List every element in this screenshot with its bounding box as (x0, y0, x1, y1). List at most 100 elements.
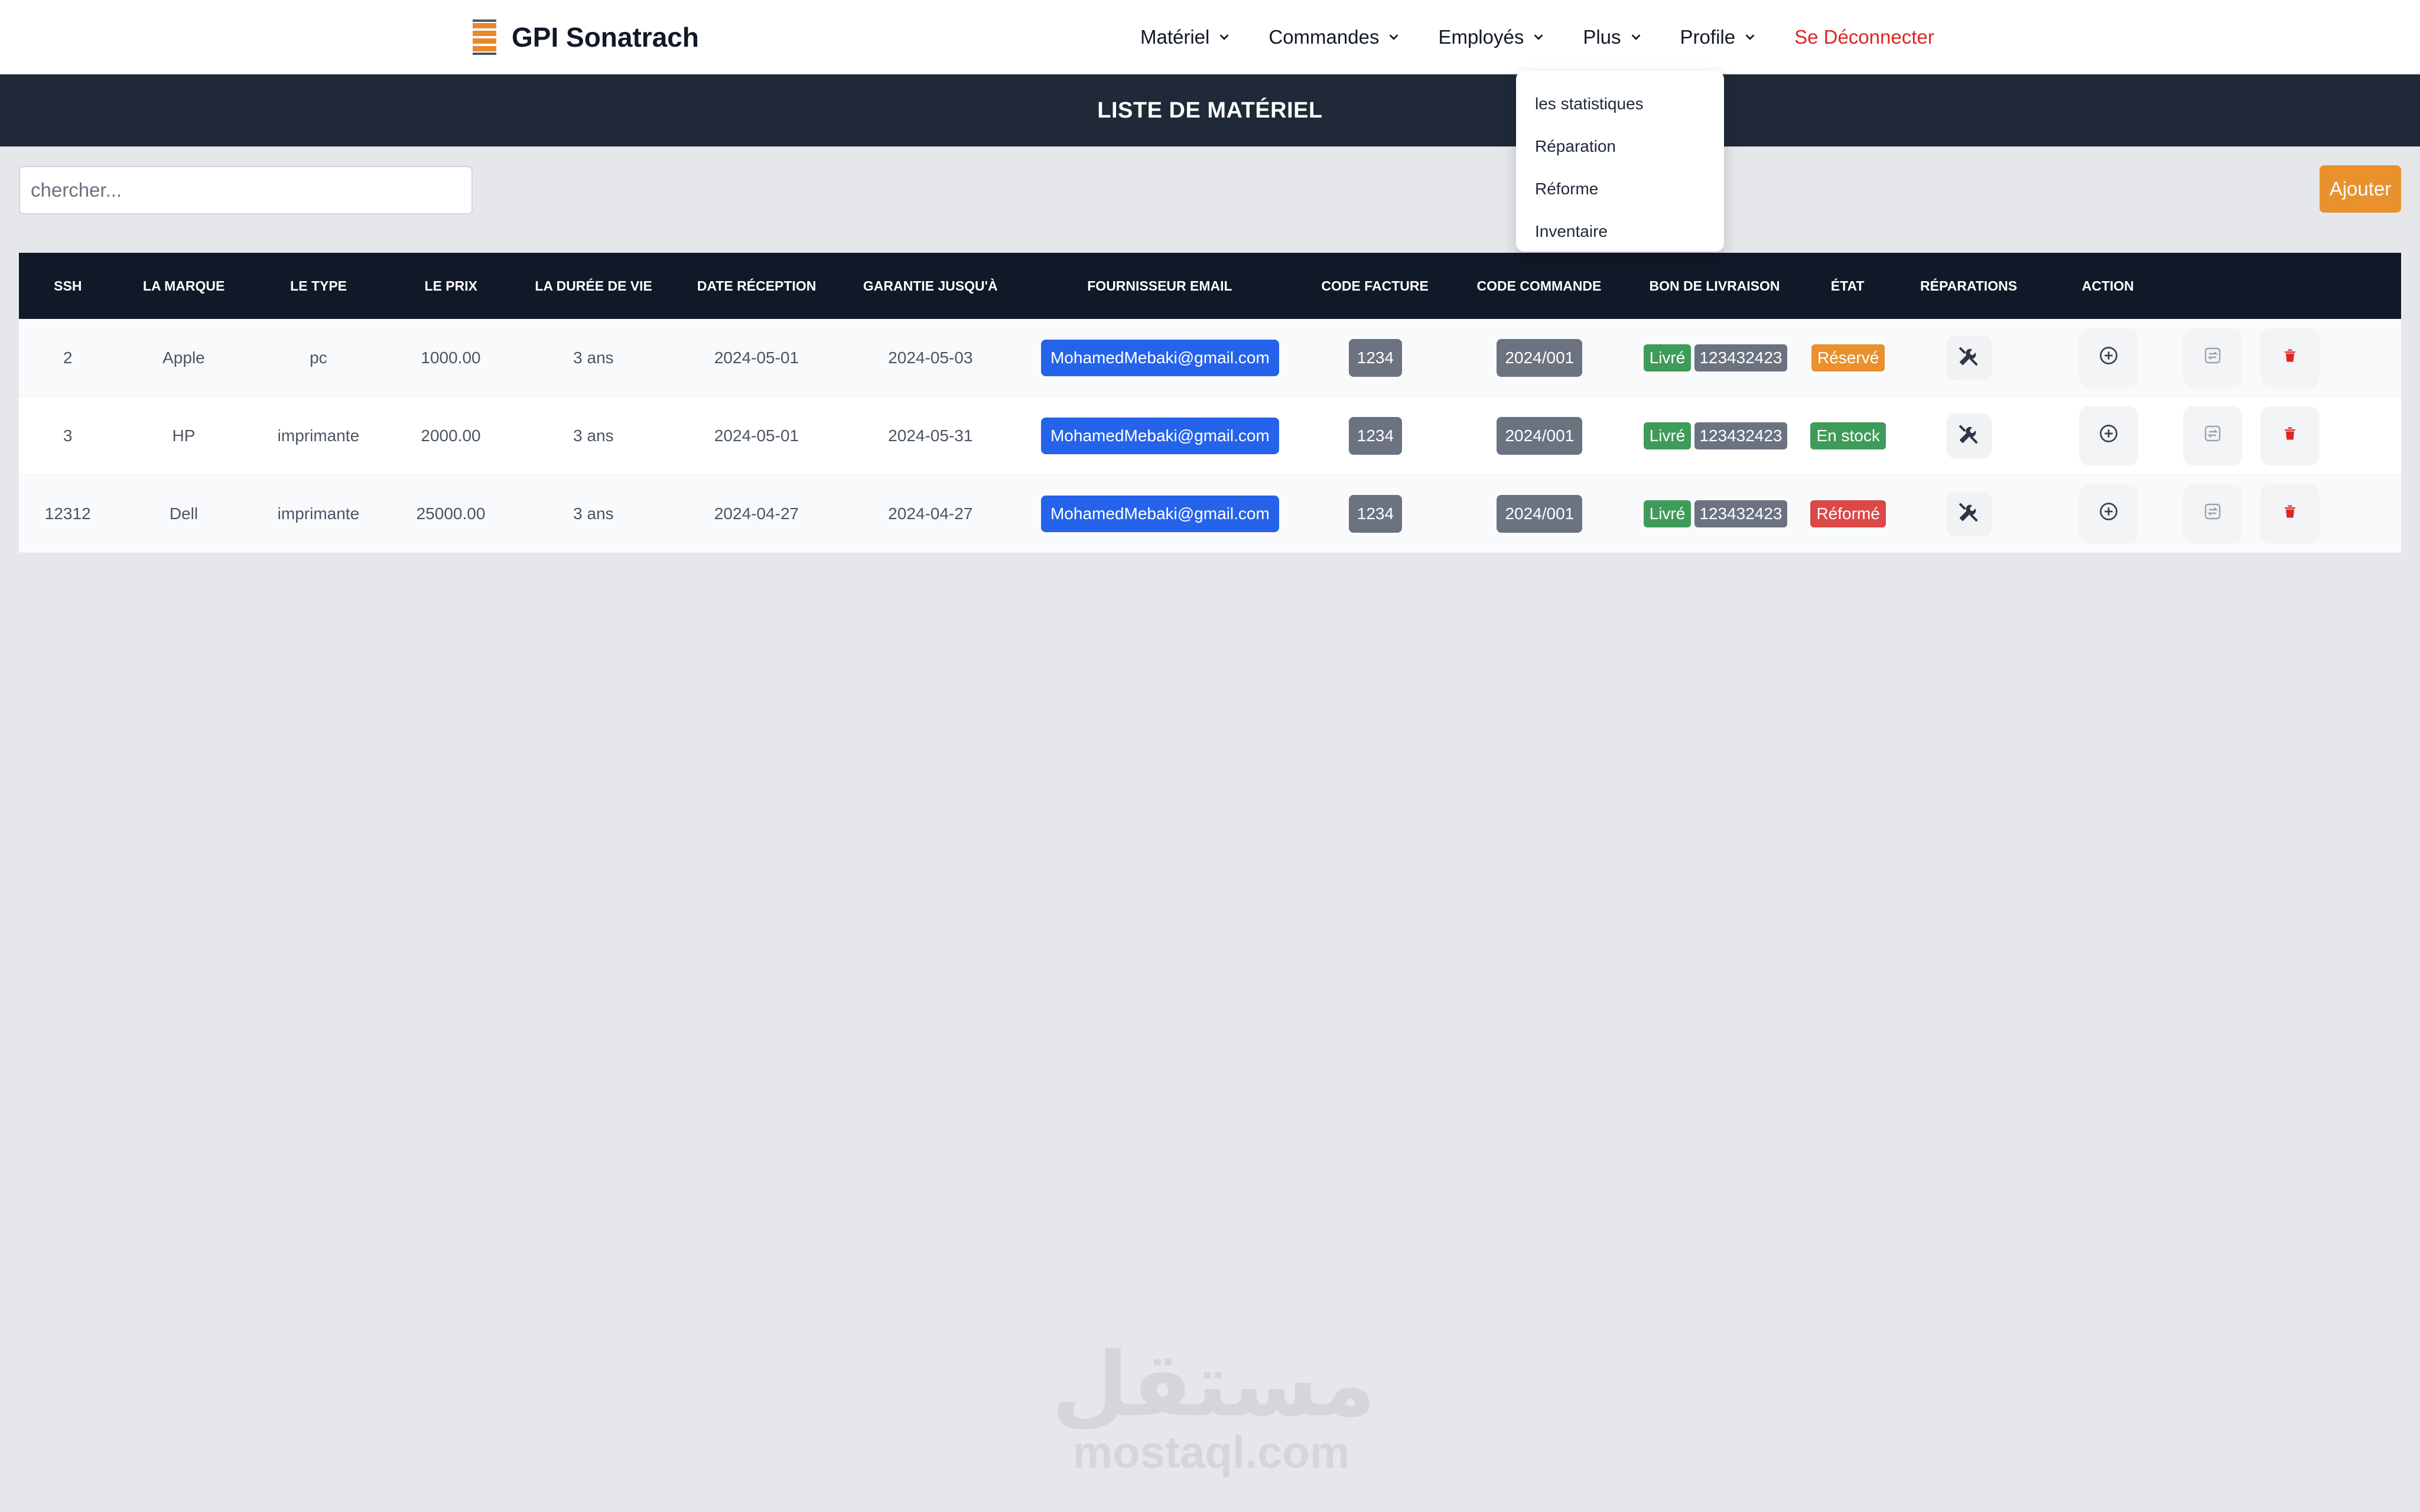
tools-icon (1956, 421, 1982, 451)
column-header: ÉTAT (1830, 278, 1865, 294)
nav-item-label: Employés (1438, 26, 1524, 48)
column-header: LE PRIX (424, 278, 477, 294)
nav-item-employes[interactable]: Employés (1438, 26, 1545, 48)
column-header: LE TYPE (290, 278, 347, 294)
livraison-status-badge: Livré (1643, 344, 1692, 372)
plus-circle-icon (2098, 345, 2119, 370)
plus-dropdown-menu: les statistiques Réparation Réforme Inve… (1516, 71, 1724, 252)
materiel-table: SSH LA MARQUE LE TYPE LE PRIX LA DURÉE D… (19, 253, 2401, 553)
search-input[interactable] (19, 166, 473, 214)
add-action-button[interactable] (2079, 406, 2138, 465)
column-header: RÉPARATIONS (1920, 278, 2018, 294)
navbar: GPI Sonatrach Matériel Commandes Employé… (0, 0, 2420, 74)
watermark: مستقل mostaql.com (1052, 1334, 1376, 1482)
table-row: 3 HP imprimante 2000.00 3 ans 2024-05-01 2024-… (19, 397, 2401, 475)
cell-prix: 1000.00 (421, 348, 481, 367)
livraison-status-badge: Livré (1643, 500, 1692, 527)
cell-duree: 3 ans (573, 348, 614, 367)
menu-item-reparation[interactable]: Réparation (1516, 125, 1724, 168)
trash-icon (2282, 425, 2298, 446)
transfer-button[interactable] (2182, 406, 2242, 465)
cell-ssh: 3 (63, 426, 73, 445)
delete-button[interactable] (2260, 484, 2320, 543)
column-header: GARANTIE JUSQU'À (863, 278, 998, 294)
delete-button[interactable] (2260, 406, 2320, 465)
menu-item-inventaire[interactable]: Inventaire (1516, 210, 1724, 253)
trash-icon (2282, 347, 2298, 368)
transfer-button[interactable] (2182, 484, 2242, 543)
cell-marque: Apple (162, 348, 205, 367)
delete-button[interactable] (2260, 328, 2320, 387)
cell-garantie: 2024-05-03 (888, 348, 973, 367)
nav-item-materiel[interactable]: Matériel (1140, 26, 1231, 48)
cell-garantie: 2024-04-27 (888, 504, 973, 523)
nav-item-profile[interactable]: Profile (1680, 26, 1757, 48)
page-title: LISTE DE MATÉRIEL (1097, 97, 1323, 123)
column-header: DATE RÉCEPTION (697, 278, 817, 294)
nav-item-plus[interactable]: Plus (1583, 26, 1642, 48)
supplier-email-badge[interactable]: MohamedMebaki@gmail.com (1040, 339, 1279, 376)
menu-item-reforme[interactable]: Réforme (1516, 168, 1724, 210)
livraison-code-badge: 123432423 (1694, 344, 1787, 372)
transfer-icon (2202, 345, 2223, 370)
menu-item-statistiques[interactable]: les statistiques (1516, 83, 1724, 125)
nav-item-label: Profile (1680, 26, 1736, 48)
livraison-code-badge: 123432423 (1694, 422, 1787, 449)
cell-date-reception: 2024-04-27 (714, 504, 799, 523)
cell-ssh: 12312 (44, 504, 91, 523)
plus-circle-icon (2098, 501, 2119, 526)
page-header: LISTE DE MATÉRIEL (0, 74, 2420, 146)
table-row: 12312 Dell imprimante 25000.00 3 ans 2024-04-… (19, 475, 2401, 553)
nav-item-label: Commandes (1268, 26, 1380, 48)
cell-duree: 3 ans (573, 426, 614, 445)
cell-prix: 2000.00 (421, 426, 481, 445)
table-header: SSH LA MARQUE LE TYPE LE PRIX LA DURÉE D… (19, 253, 2401, 319)
chevron-down-icon (1534, 34, 1543, 40)
column-header: LA DURÉE DE VIE (535, 278, 652, 294)
column-header: ACTION (2081, 278, 2134, 294)
column-header: LA MARQUE (142, 278, 225, 294)
chevron-down-icon (1219, 34, 1229, 40)
column-header: CODE FACTURE (1321, 278, 1429, 294)
code-commande-badge: 2024/001 (1497, 494, 1583, 533)
supplier-email-badge[interactable]: MohamedMebaki@gmail.com (1040, 417, 1279, 454)
table-row: 2 Apple pc 1000.00 3 ans 2024-05-01 2024-05-03… (19, 319, 2401, 397)
trash-icon (2282, 503, 2298, 524)
add-action-button[interactable] (2079, 328, 2138, 387)
sonatrach-logo (471, 18, 497, 57)
brand[interactable]: GPI Sonatrach (471, 18, 699, 57)
column-header: BON DE LIVRAISON (1649, 278, 1780, 294)
nav-item-label: Plus (1583, 26, 1621, 48)
nav-item-commandes[interactable]: Commandes (1268, 26, 1400, 48)
nav-item-label: Matériel (1140, 26, 1210, 48)
add-action-button[interactable] (2079, 484, 2138, 543)
code-facture-badge: 1234 (1348, 338, 1403, 377)
watermark-latin: mostaql.com (1072, 1428, 1350, 1478)
transfer-icon (2202, 423, 2223, 448)
cell-duree: 3 ans (573, 504, 614, 523)
transfer-icon (2202, 501, 2223, 526)
cell-garantie: 2024-05-31 (888, 426, 973, 445)
livraison-status-badge: Livré (1643, 422, 1692, 449)
code-facture-badge: 1234 (1348, 494, 1403, 533)
logout-link[interactable]: Se Déconnecter (1794, 26, 1934, 48)
add-button[interactable]: Ajouter (2320, 165, 2401, 213)
status-badge: Réformé (1810, 500, 1886, 527)
watermark-arabic: مستقل (1052, 1334, 1376, 1436)
supplier-email-badge[interactable]: MohamedMebaki@gmail.com (1040, 495, 1279, 532)
cell-prix: 25000.00 (416, 504, 486, 523)
cell-marque: Dell (169, 504, 199, 523)
cell-type: imprimante (277, 504, 360, 523)
repair-button[interactable] (1947, 335, 1992, 380)
status-badge: Réservé (1811, 344, 1885, 372)
cell-type: imprimante (277, 426, 360, 445)
repair-button[interactable] (1947, 491, 1992, 536)
transfer-button[interactable] (2182, 328, 2242, 387)
brand-name: GPI Sonatrach (512, 22, 699, 53)
tools-icon (1956, 498, 1982, 529)
repair-button[interactable] (1947, 413, 1992, 458)
column-header: CODE COMMANDE (1476, 278, 1602, 294)
cell-ssh: 2 (63, 348, 73, 367)
cell-date-reception: 2024-05-01 (714, 426, 799, 445)
column-header: SSH (54, 278, 82, 294)
